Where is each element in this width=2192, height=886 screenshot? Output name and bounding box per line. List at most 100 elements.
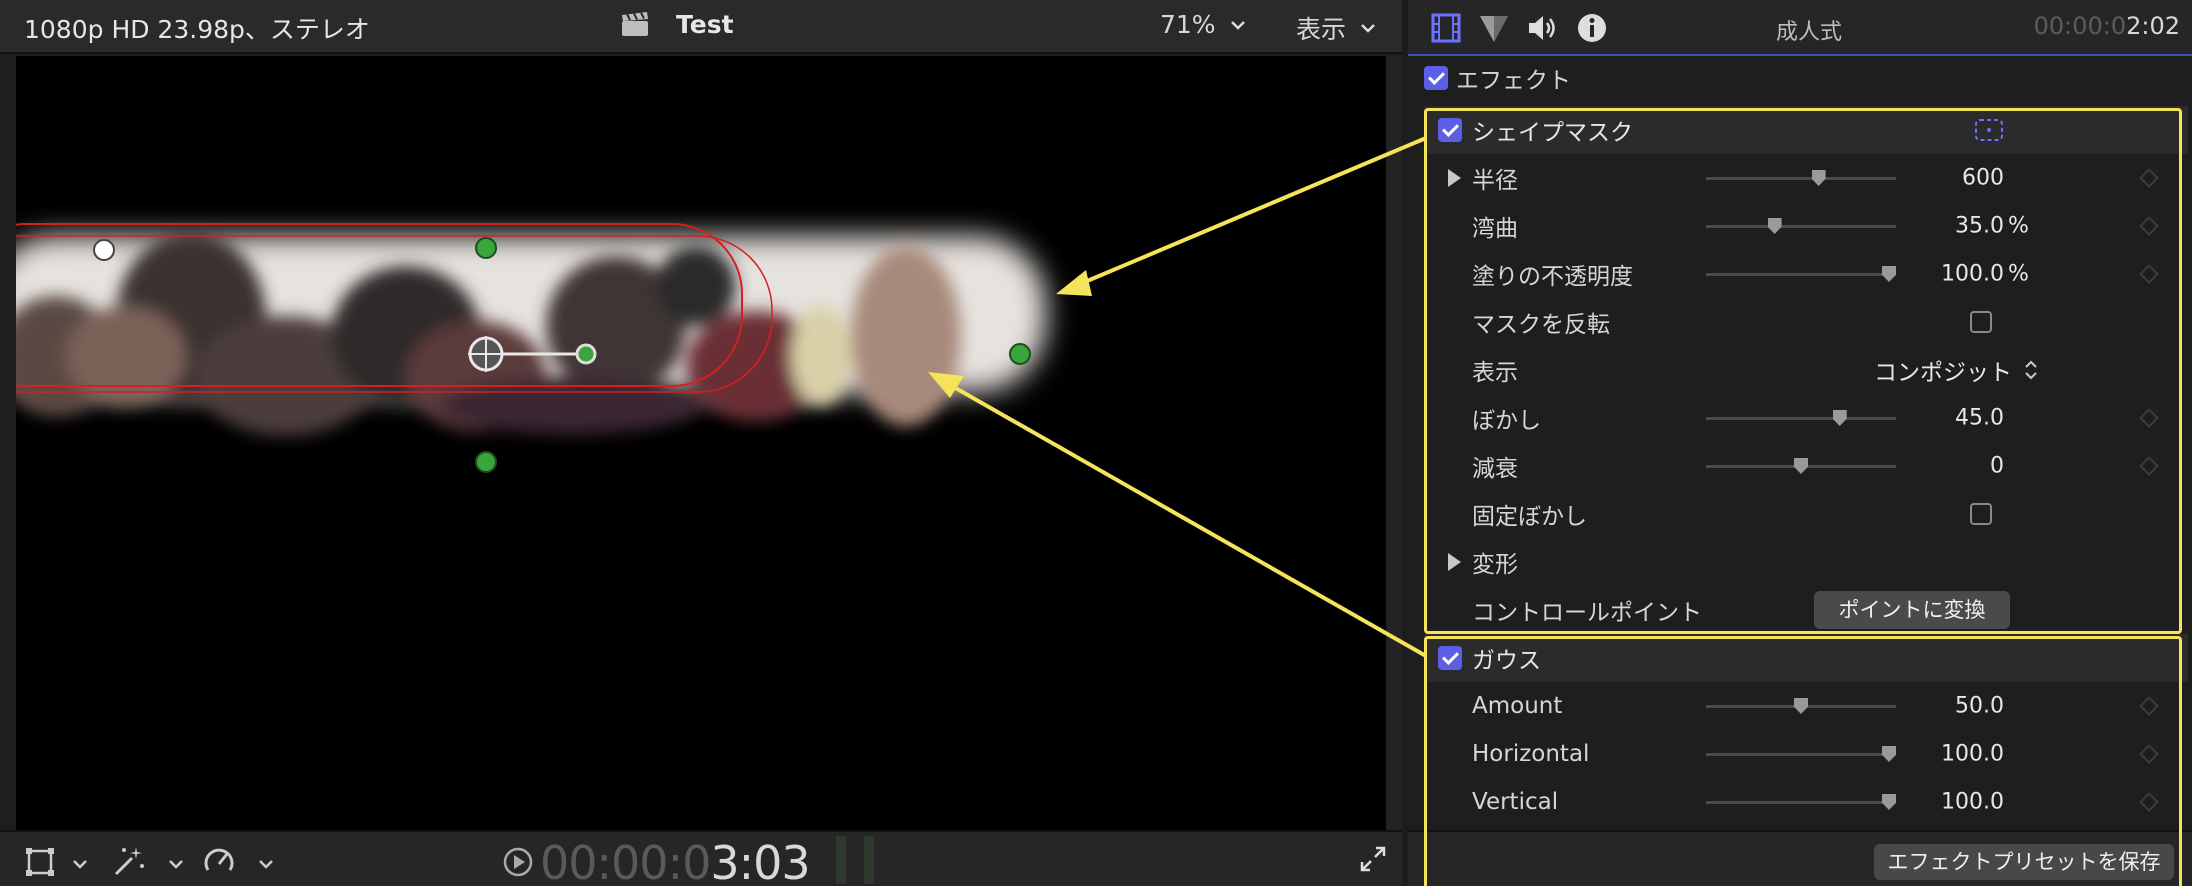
panel-divider[interactable] [1386, 56, 1402, 830]
timecode-display[interactable]: 00:00:03:03 [540, 836, 811, 886]
param-value[interactable]: 100.0 [1941, 742, 2004, 767]
effects-section-header[interactable]: エフェクト [1424, 54, 2188, 102]
shape-mask-param-row: 半径 600 [1424, 154, 2188, 202]
viewer: 1080p HD 23.98p、ステレオ Test 71% 表示 00:00:0… [0, 0, 1402, 886]
keyframe-icon[interactable] [2139, 744, 2159, 764]
format-label: 1080p HD 23.98p、ステレオ [24, 15, 370, 44]
zoom-menu[interactable]: 71% [1160, 10, 1246, 39]
param-slider-thumb[interactable] [1767, 218, 1782, 234]
param-slider[interactable] [1706, 698, 1896, 714]
param-slider[interactable] [1706, 170, 1896, 186]
blur-value[interactable]: 45.0 [1955, 406, 2004, 431]
invert-mask-row: マスクを反転 [1424, 298, 2188, 346]
display-label: 表示 [1472, 360, 1518, 386]
audio-meter-right [864, 836, 874, 884]
mask-top-handle[interactable] [475, 237, 497, 259]
view-menu[interactable]: 表示 [1296, 10, 1376, 46]
falloff-value[interactable]: 0 [1990, 454, 2004, 479]
blur-label: ぼかし [1472, 408, 1541, 434]
param-value[interactable]: 100.0 [1941, 790, 2004, 815]
mask-curvature-handle[interactable] [93, 239, 115, 261]
chevron-down-icon[interactable] [72, 856, 88, 872]
transform-row[interactable]: 変形 [1424, 538, 2188, 586]
shape-mask-checkbox[interactable] [1438, 118, 1462, 142]
control-points-label: コントロールポイント [1472, 600, 1702, 626]
param-label: Vertical [1472, 789, 1559, 815]
param-slider[interactable] [1706, 794, 1896, 810]
param-slider[interactable] [1706, 746, 1896, 762]
gaussian-header[interactable]: ガウス [1424, 634, 2188, 682]
param-value[interactable]: 35.0 [1955, 214, 2004, 239]
blur-row: ぼかし 45.0 [1424, 394, 2188, 442]
effects-checkbox[interactable] [1424, 66, 1448, 90]
blur-slider[interactable] [1706, 410, 1896, 426]
display-select[interactable]: コンポジット [1874, 353, 2038, 387]
falloff-slider-thumb[interactable] [1794, 458, 1808, 474]
chevron-down-icon[interactable] [258, 856, 274, 872]
mask-preview[interactable] [16, 56, 1386, 830]
invert-mask-checkbox[interactable] [1970, 311, 1992, 333]
inspector: 成人式 00:00:02:02 エフェクト シェイプマスク 半径 600 湾曲 35.… [1408, 0, 2192, 886]
param-slider[interactable] [1706, 266, 1896, 282]
keyframe-icon[interactable] [2139, 264, 2159, 284]
keyframe-icon[interactable] [2139, 792, 2159, 812]
param-label: 半径 [1472, 168, 1518, 194]
fixed-blur-row: 固定ぼかし [1424, 490, 2188, 538]
param-slider-thumb[interactable] [1882, 266, 1896, 282]
convert-to-points-button[interactable]: ポイントに変換 [1814, 591, 2010, 629]
param-value[interactable]: 600 [1962, 166, 2004, 191]
save-effect-preset-button[interactable]: エフェクトプリセットを保存 [1874, 844, 2174, 880]
speed-icon[interactable] [202, 844, 236, 878]
color-icon[interactable] [1478, 12, 1510, 44]
falloff-row: 減衰 0 [1424, 442, 2188, 490]
clip-name: 成人式 [1776, 20, 1843, 45]
inspector-header: 成人式 00:00:02:02 [1408, 0, 2192, 56]
mask-bottom-handle[interactable] [475, 451, 497, 473]
viewer-toolbar: 00:00:03:03 [0, 830, 1402, 886]
timecode-dim: 00:00:0 [540, 836, 711, 886]
shape-mask-param-row: 塗りの不透明度 100.0% [1424, 250, 2188, 298]
param-slider[interactable] [1706, 218, 1896, 234]
param-value[interactable]: 100.0 [1941, 262, 2004, 287]
duration-dim: 00:00:0 [2033, 12, 2127, 40]
speaker-icon[interactable] [1526, 12, 1558, 44]
mask-rotation-handle[interactable] [575, 343, 597, 365]
keyframe-icon[interactable] [2139, 168, 2159, 188]
magic-wand-icon[interactable] [112, 844, 146, 878]
clapper-icon[interactable] [620, 12, 650, 38]
param-slider-thumb[interactable] [1882, 794, 1896, 810]
keyframe-icon[interactable] [2139, 216, 2159, 236]
param-label: 塗りの不透明度 [1472, 264, 1633, 290]
keyframe-icon[interactable] [2139, 696, 2159, 716]
up-down-chevron-icon [2025, 360, 2037, 380]
disclosure-triangle-icon[interactable] [1448, 553, 1461, 571]
project-title: Test [676, 10, 734, 39]
fixed-blur-checkbox[interactable] [1970, 503, 1992, 525]
param-value[interactable]: 50.0 [1955, 694, 2004, 719]
falloff-slider[interactable] [1706, 458, 1896, 474]
shape-mask-header[interactable]: シェイプマスク [1424, 106, 2188, 154]
fullscreen-icon[interactable] [1358, 844, 1388, 874]
video-canvas[interactable] [16, 56, 1386, 830]
mask-right-handle[interactable] [1009, 343, 1031, 365]
chevron-down-icon[interactable] [168, 856, 184, 872]
gaussian-param-row: Amount 50.0 [1424, 682, 2188, 730]
keyframe-icon[interactable] [2139, 456, 2159, 476]
invert-mask-label: マスクを反転 [1472, 312, 1610, 338]
disclosure-triangle-icon[interactable] [1448, 169, 1461, 187]
param-slider-thumb[interactable] [1882, 746, 1896, 762]
param-unit: % [2008, 213, 2029, 239]
transform-icon[interactable] [24, 846, 56, 878]
mask-onscreen-control-icon[interactable] [1974, 116, 2004, 144]
gaussian-checkbox[interactable] [1438, 646, 1462, 670]
param-slider-thumb[interactable] [1811, 170, 1826, 186]
blur-slider-thumb[interactable] [1832, 410, 1847, 426]
clip-duration: 00:00:02:02 [2034, 12, 2180, 40]
falloff-label: 減衰 [1472, 456, 1518, 482]
keyframe-icon[interactable] [2139, 408, 2159, 428]
play-icon[interactable] [502, 846, 534, 878]
film-icon[interactable] [1430, 12, 1462, 44]
info-icon[interactable] [1576, 12, 1608, 44]
param-slider-thumb[interactable] [1794, 698, 1808, 714]
chevron-down-icon [1230, 20, 1245, 30]
